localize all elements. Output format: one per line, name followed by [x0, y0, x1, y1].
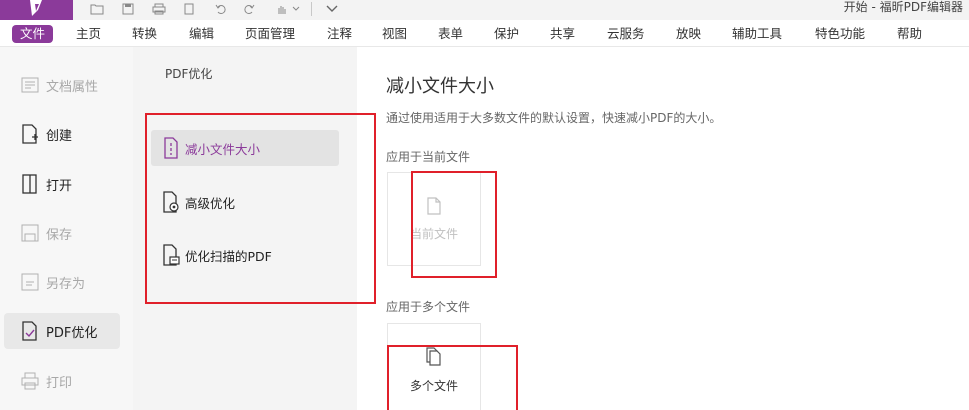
customize-toolbar-icon[interactable] — [323, 1, 341, 17]
folder-icon[interactable] — [88, 1, 106, 17]
foxit-logo-icon — [30, 0, 42, 16]
menu-slideshow[interactable]: 放映 — [676, 25, 701, 43]
menu-home[interactable]: 主页 — [76, 25, 101, 43]
sidebar-item-save[interactable]: 保存 — [4, 215, 120, 251]
content-description: 通过使用适用于大多数文件的默认设置，快速减小PDF的大小。 — [386, 111, 722, 125]
document-properties-icon — [20, 74, 40, 96]
menu-cloud[interactable]: 云服务 — [607, 25, 645, 43]
menu-view[interactable]: 视图 — [382, 25, 407, 43]
window-title: 开始 - 福昕PDF编辑器 — [843, 0, 963, 14]
menu-accessibility[interactable]: 辅助工具 — [732, 25, 782, 43]
menu-bar: 文件 主页 转换 编辑 页面管理 注释 视图 表单 保护 共享 云服务 放映 辅… — [0, 20, 969, 47]
open-icon — [20, 173, 40, 195]
multi-file-heading: 应用于多个文件 — [386, 300, 471, 314]
create-icon — [20, 123, 40, 145]
redo-icon[interactable] — [240, 1, 258, 17]
sidebar-item-open[interactable]: 打开 — [4, 166, 120, 202]
print-quick-icon[interactable] — [150, 1, 168, 17]
menu-convert[interactable]: 转换 — [132, 25, 157, 43]
annotation-box-options — [145, 113, 376, 304]
save-icon — [20, 222, 40, 244]
menu-file[interactable]: 文件 — [12, 25, 54, 43]
pdf-optimize-icon — [20, 320, 40, 342]
sidebar-item-pdf-optimize[interactable]: PDF优化 — [4, 313, 120, 349]
sidebar-item-properties[interactable]: 文档属性 — [4, 67, 120, 103]
hand-tool-dropdown-icon[interactable] — [290, 1, 302, 17]
menu-features[interactable]: 特色功能 — [815, 25, 865, 43]
sidebar-item-create[interactable]: 创建 — [4, 116, 120, 152]
page-quick-icon[interactable] — [180, 1, 198, 17]
annotation-box-multi-file — [387, 345, 518, 410]
menu-share[interactable]: 共享 — [550, 25, 575, 43]
title-bar: 开始 - 福昕PDF编辑器 — [0, 0, 969, 20]
menu-protect[interactable]: 保护 — [494, 25, 519, 43]
current-file-heading: 应用于当前文件 — [386, 150, 471, 164]
annotation-box-current-file — [411, 171, 497, 278]
menu-form[interactable]: 表单 — [438, 25, 463, 43]
menu-edit[interactable]: 编辑 — [189, 25, 214, 43]
save-quick-icon[interactable] — [119, 1, 137, 17]
sidebar-item-print[interactable]: 打印 — [4, 363, 120, 399]
app-logo[interactable] — [0, 0, 73, 20]
content-title: 减小文件大小 — [386, 76, 494, 97]
panel-title: PDF优化 — [165, 67, 213, 81]
print-icon — [20, 370, 40, 392]
backstage-sidebar: 文档属性 创建 打开 保存 另存为 PDF优化 打印 — [0, 47, 133, 410]
hand-tool-icon[interactable] — [272, 1, 290, 17]
sidebar-item-save-as[interactable]: 另存为 — [4, 264, 120, 300]
undo-icon[interactable] — [212, 1, 230, 17]
menu-help[interactable]: 帮助 — [897, 25, 922, 43]
toolbar-separator — [311, 2, 312, 16]
menu-page-manage[interactable]: 页面管理 — [245, 25, 295, 43]
save-as-icon — [20, 271, 40, 293]
menu-comment[interactable]: 注释 — [327, 25, 352, 43]
